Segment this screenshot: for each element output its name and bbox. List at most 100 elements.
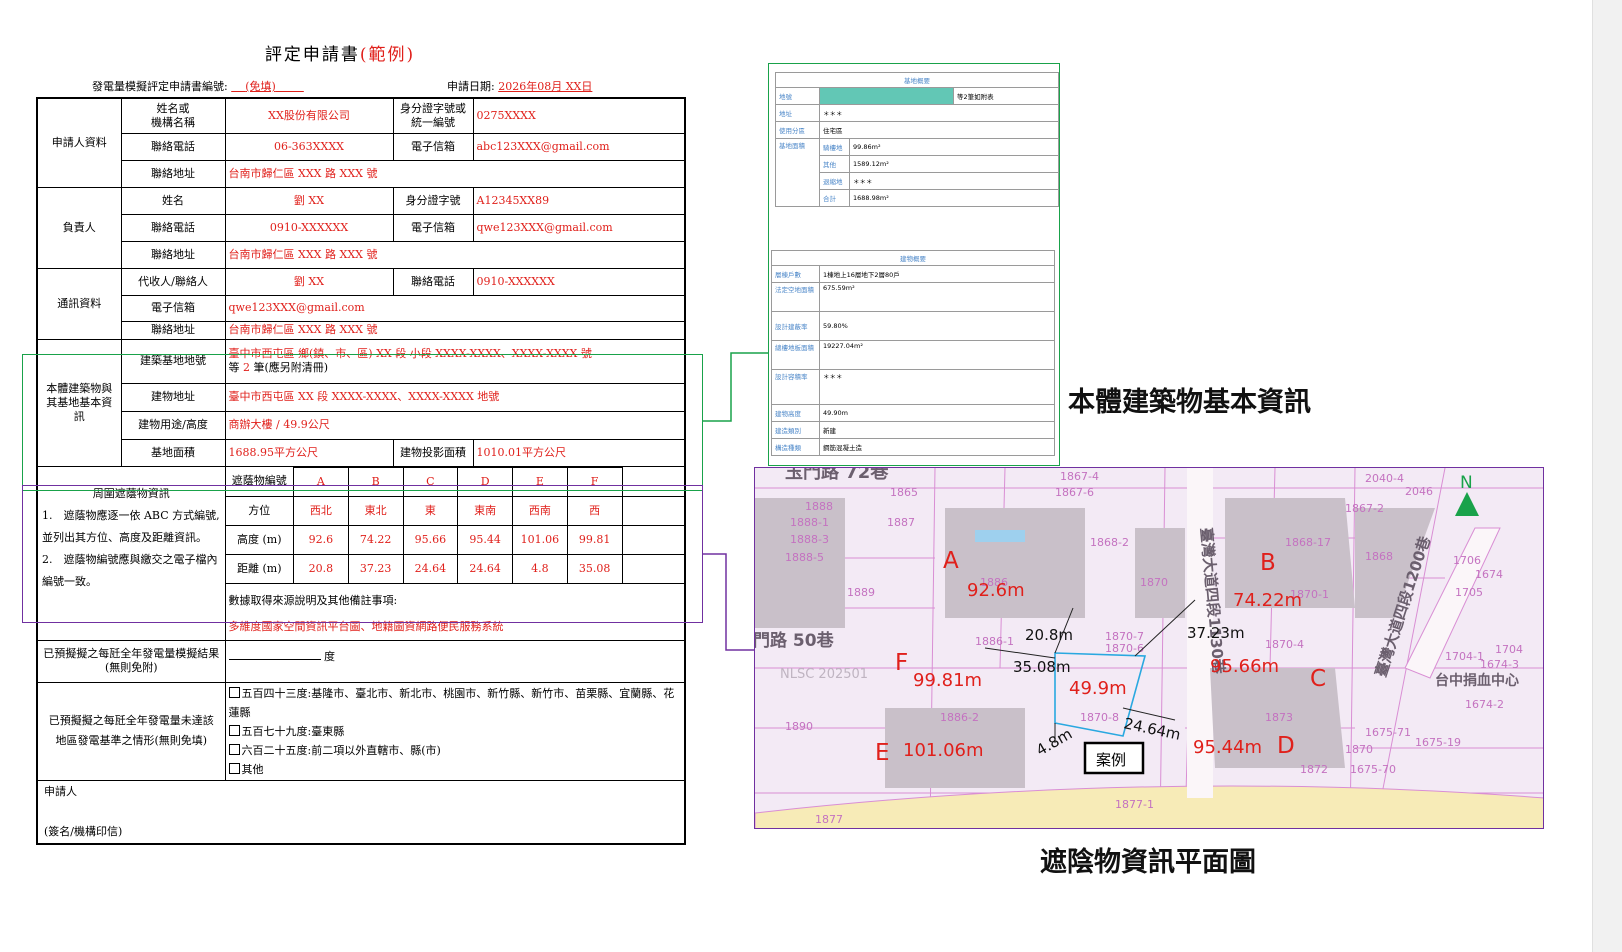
total-area-label: 合計: [819, 189, 850, 207]
building-info-caption: 本體建築物基本資訊: [1068, 387, 1311, 418]
building-c-label: C: [1310, 666, 1326, 692]
parcel-label: 1889: [847, 586, 875, 599]
parcel-label: 1675-70: [1350, 763, 1396, 776]
parcel-label: 1867-4: [1060, 470, 1099, 483]
construction-type-label: 建造類別: [771, 421, 820, 439]
site-lot-value: [819, 87, 954, 105]
units-label: 層棟戶數: [771, 265, 820, 283]
distance-b-label: 37.23m: [1187, 624, 1245, 642]
building-e-height: 101.06m: [903, 740, 984, 761]
floor-area-label: 總樓地板面積: [771, 340, 820, 370]
other-area-label: 其他: [819, 155, 850, 173]
parcel-label: 1888-5: [785, 551, 824, 564]
arcade-value: 99.86m²: [849, 138, 1059, 156]
site-lot-label: 地號: [775, 87, 820, 105]
building-summary-panel: 基地概要 地號 等2筆如附表 地址 ＊＊＊ 使用分區 住宅區 基地面積 騎樓地 …: [768, 63, 1060, 466]
parcel-label: 2040-4: [1365, 472, 1404, 485]
building-b-height: 74.22m: [1233, 590, 1302, 611]
floor-area-value: 19227.04m²: [819, 340, 1055, 370]
total-area-value: 1688.98m²: [849, 189, 1059, 207]
parcel-label: 1870: [1345, 743, 1373, 756]
distance-line-f: [984, 647, 1056, 659]
parcel-label: 1872: [1300, 763, 1328, 776]
structure-value: 鋼筋混凝土造: [819, 438, 1055, 456]
parcel-label: 1867-2: [1345, 502, 1384, 515]
site-area-label-panel: 基地面積: [775, 138, 820, 207]
parcel-label: 1887: [887, 516, 915, 529]
units-value: 1棟地上16層地下2層80戶: [819, 265, 1055, 283]
building-summary-header: 建物概要: [771, 250, 1055, 266]
parcel-label: 1868: [1365, 550, 1393, 563]
parcel-label: 1674: [1475, 568, 1503, 581]
coverage-label: 設計建蔽率: [771, 311, 820, 341]
parcel-label: 2046: [1405, 485, 1433, 498]
parcel-label: 1886-1: [975, 635, 1014, 648]
parcel-label: 1870: [1140, 576, 1168, 589]
map-canvas: 1867-4 1867-6 1865 1888 1888-1 1888-3 18…: [755, 468, 1543, 828]
parcel-label: 1870-8: [1080, 711, 1119, 724]
document-page: 評定申請書(範例) 發電量模擬評定申請書編號: (免填) 申請日期: 2026年…: [0, 0, 1592, 952]
parcel-label: 1886-2: [940, 711, 979, 724]
far-label: 設計容積率: [771, 369, 820, 405]
case-label: 案例: [1096, 751, 1126, 769]
site-zone-value: 住宅區: [819, 121, 1059, 139]
parcel-label: 1877-1: [1115, 798, 1154, 811]
distance-f-label: 35.08m: [1013, 658, 1071, 676]
building-f-label: F: [895, 650, 908, 676]
arcade-label: 騎樓地: [819, 138, 850, 156]
site-summary-table: 基地概要 地號 等2筆如附表 地址 ＊＊＊ 使用分區 住宅區 基地面積 騎樓地 …: [775, 72, 1059, 207]
parcel-label: 1706: [1453, 554, 1481, 567]
open-space-value: 675.59m²: [819, 282, 1055, 312]
site-summary-header: 基地概要: [775, 72, 1059, 88]
building-c-height: 95.66m: [1210, 656, 1279, 677]
building-b-label: B: [1260, 550, 1276, 576]
setback-value: ＊＊＊: [849, 172, 1059, 190]
map-watermark: NLSC 202501: [780, 667, 868, 682]
building-d-height: 95.44m: [1193, 737, 1262, 758]
site-lot-extra: 等2筆如附表: [953, 87, 1059, 105]
distance-c-label: 24.64m: [1122, 714, 1182, 744]
pool: [975, 530, 1025, 542]
north-label: N: [1460, 473, 1473, 493]
parcel-label: 1865: [890, 486, 918, 499]
open-space-label: 法定空地面積: [771, 282, 820, 312]
vertical-scrollbar[interactable]: [1592, 0, 1622, 952]
building-e-label: E: [875, 740, 890, 766]
site-address-value: ＊＊＊: [819, 104, 1059, 122]
parcel-label: 1888-1: [790, 516, 829, 529]
other-area-value: 1589.12m²: [849, 155, 1059, 173]
green-connector: [703, 352, 768, 422]
building-d-label: D: [1277, 733, 1295, 759]
building-summary-table: 建物概要 層棟戶數 1棟地上16層地下2層80戶 法定空地面積 675.59m² 設…: [771, 250, 1055, 456]
distance-a-label: 20.8m: [1025, 626, 1073, 644]
parcel-label: 1890: [785, 720, 813, 733]
parcel-label: 1704: [1495, 643, 1523, 656]
road-label-yumen-72: 玉門路 72巷: [785, 468, 889, 483]
building-f-height: 99.81m: [913, 670, 982, 691]
purple-connector: [703, 553, 754, 651]
parcel-label: 1888-3: [790, 533, 829, 546]
site-zone-label: 使用分區: [775, 121, 820, 139]
shading-map: 1867-4 1867-6 1865 1888 1888-1 1888-3 18…: [754, 467, 1544, 829]
case-building-height: 49.9m: [1069, 678, 1127, 699]
building-mid: [1135, 528, 1185, 618]
parcel-label: 1873: [1265, 711, 1293, 724]
construction-type-value: 新建: [819, 421, 1055, 439]
height-value: 49.90m: [819, 404, 1055, 422]
site-address-label: 地址: [775, 104, 820, 122]
parcel-label: 1870-4: [1265, 638, 1304, 651]
distance-e-label: 4.8m: [1033, 725, 1075, 760]
parcel-label: 1674-3: [1480, 658, 1519, 671]
north-arrow-icon: [1455, 492, 1479, 516]
structure-label: 構造種類: [771, 438, 820, 456]
parcel-label: 1705: [1455, 586, 1483, 599]
height-label: 建物高度: [771, 404, 820, 422]
parcel-label: 1675-71: [1365, 726, 1411, 739]
road-label-50: 門路 50巷: [755, 630, 835, 651]
parcel-label: 1675-19: [1415, 736, 1461, 749]
parcel-label: 1674-2: [1465, 698, 1504, 711]
parcel-label: 1867-6: [1055, 486, 1094, 499]
coverage-value: 59.80%: [819, 311, 1055, 341]
map-caption: 遮陰物資訊平面圖: [1040, 847, 1256, 878]
blood-center-label: 台中捐血中心: [1435, 672, 1519, 689]
